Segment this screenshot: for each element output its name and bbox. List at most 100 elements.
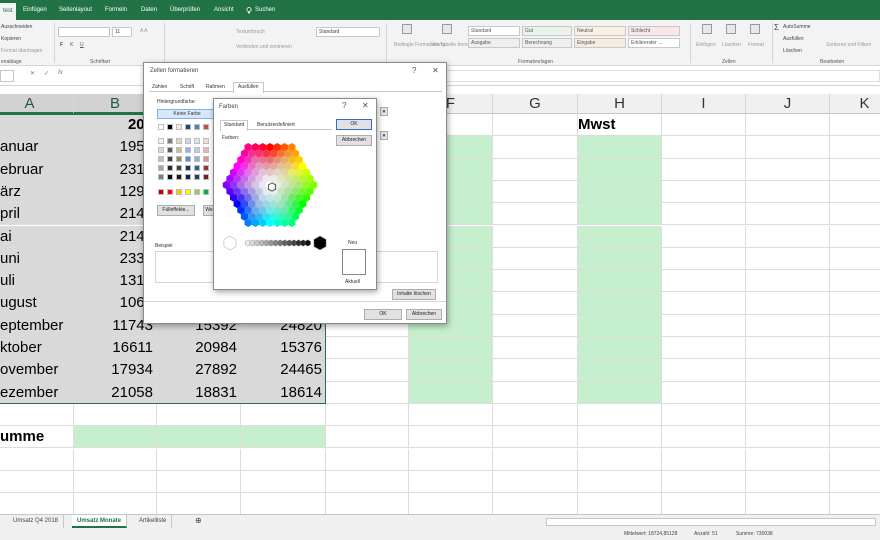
table-cell[interactable] <box>662 292 746 315</box>
table-cell[interactable]: ai <box>0 225 74 248</box>
table-cell[interactable] <box>830 359 880 382</box>
bold-icon[interactable]: F <box>60 42 63 48</box>
table-cell[interactable] <box>157 403 241 427</box>
table-cell[interactable] <box>493 158 578 181</box>
table-cell[interactable] <box>578 470 662 494</box>
color-swatch[interactable] <box>194 156 200 162</box>
number-format-combo[interactable]: Standard <box>316 27 380 37</box>
color-swatch[interactable] <box>167 147 173 153</box>
table-cell[interactable]: 16611 <box>74 337 157 360</box>
table-cell[interactable] <box>578 158 662 181</box>
table-cell[interactable]: 15376 <box>241 337 326 360</box>
table-cell[interactable] <box>830 315 880 337</box>
table-cell[interactable] <box>493 247 578 271</box>
table-cell[interactable] <box>493 203 578 226</box>
table-cell[interactable] <box>746 470 830 494</box>
tab-benutzerdefiniert[interactable]: Benutzerdefiniert <box>257 122 295 128</box>
table-cell[interactable] <box>578 381 662 404</box>
color-swatch[interactable] <box>203 124 209 130</box>
table-cell[interactable] <box>493 114 578 137</box>
table-cell[interactable] <box>326 448 409 471</box>
table-cell[interactable] <box>326 381 409 404</box>
table-cell[interactable] <box>74 470 157 494</box>
column-header[interactable]: I <box>662 94 746 114</box>
style-gut[interactable]: Gut <box>522 26 572 36</box>
table-cell[interactable] <box>830 181 880 204</box>
table-cell[interactable] <box>746 448 830 471</box>
table-cell[interactable]: 27892 <box>157 359 241 382</box>
table-cell[interactable] <box>662 403 746 427</box>
table-cell[interactable] <box>746 247 830 271</box>
style-standard[interactable]: Standard <box>468 26 520 36</box>
table-cell[interactable] <box>746 203 830 226</box>
color-swatch[interactable] <box>194 165 200 171</box>
table-cell[interactable] <box>578 270 662 293</box>
color-swatch[interactable] <box>194 147 200 153</box>
table-cell[interactable]: uni <box>0 247 74 271</box>
color-swatch[interactable] <box>167 189 173 195</box>
color-swatch[interactable] <box>176 124 182 130</box>
table-cell[interactable] <box>662 270 746 293</box>
table-cell[interactable] <box>493 359 578 382</box>
underline-icon[interactable]: U <box>80 42 84 48</box>
table-cell[interactable] <box>662 114 746 137</box>
clear-contents-button[interactable]: Inhalte löschen <box>392 289 436 300</box>
table-cell[interactable] <box>326 359 409 382</box>
close-icon[interactable]: ✕ <box>362 101 369 110</box>
table-cell[interactable] <box>409 426 493 449</box>
delete-cells-button[interactable]: Löschen <box>722 42 741 48</box>
black-hex[interactable] <box>313 235 327 251</box>
color-swatch[interactable] <box>176 138 182 144</box>
table-cell[interactable] <box>0 493 74 516</box>
table-cell[interactable]: 20984 <box>157 337 241 360</box>
color-swatch[interactable] <box>185 165 191 171</box>
table-cell[interactable]: ugust <box>0 292 74 315</box>
table-cell[interactable] <box>493 180 578 204</box>
color-swatch[interactable] <box>185 138 191 144</box>
table-cell[interactable] <box>493 403 578 427</box>
style-erklaerend[interactable]: Erklärender ... <box>628 38 680 48</box>
color-swatch[interactable] <box>158 138 164 144</box>
tab-zahlen[interactable]: Zahlen <box>152 84 167 90</box>
table-cell[interactable] <box>409 448 493 471</box>
table-cell[interactable] <box>493 136 578 159</box>
table-cell[interactable]: umme <box>0 426 74 449</box>
pattern-color-dropdown[interactable]: ▾ <box>380 107 388 116</box>
table-cell[interactable] <box>493 225 578 248</box>
table-cell[interactable] <box>578 448 662 471</box>
color-swatch[interactable] <box>185 156 191 162</box>
table-cell[interactable] <box>662 470 746 494</box>
table-cell[interactable] <box>493 270 578 293</box>
color-swatch[interactable] <box>194 189 200 195</box>
no-color-button[interactable]: Keine Farbe <box>157 109 217 119</box>
table-cell[interactable] <box>493 381 578 404</box>
table-cell[interactable] <box>662 448 746 471</box>
style-neutral[interactable]: Neutral <box>574 26 626 36</box>
style-eingabe[interactable]: Eingabe <box>574 38 626 48</box>
color-swatch[interactable] <box>194 174 200 180</box>
tab-einfuegen[interactable]: Einfügen <box>20 0 50 20</box>
color-swatch[interactable] <box>203 156 209 162</box>
table-cell[interactable] <box>578 314 662 337</box>
table-cell[interactable] <box>326 470 409 494</box>
table-cell[interactable] <box>662 426 746 449</box>
table-cell[interactable] <box>0 470 74 494</box>
table-cell[interactable] <box>746 114 830 137</box>
help-icon[interactable]: ? <box>412 66 416 75</box>
table-cell[interactable] <box>578 247 662 271</box>
table-cell[interactable] <box>0 403 74 427</box>
table-cell[interactable] <box>830 203 880 226</box>
delete-cells-icon[interactable] <box>726 24 736 34</box>
table-cell[interactable] <box>830 114 880 137</box>
tab-daten[interactable]: Daten <box>138 0 160 20</box>
color-swatch[interactable] <box>185 174 191 180</box>
colors-cancel-button[interactable]: Abbrechen <box>336 135 372 146</box>
table-cell[interactable] <box>493 292 578 315</box>
table-cell[interactable] <box>830 493 880 516</box>
color-swatch[interactable] <box>158 147 164 153</box>
table-cell[interactable]: 18614 <box>241 381 326 404</box>
style-ausgabe[interactable]: Ausgabe <box>468 38 520 48</box>
table-cell[interactable] <box>157 470 241 494</box>
color-swatch[interactable] <box>176 156 182 162</box>
format-ok-button[interactable]: OK <box>364 309 402 320</box>
